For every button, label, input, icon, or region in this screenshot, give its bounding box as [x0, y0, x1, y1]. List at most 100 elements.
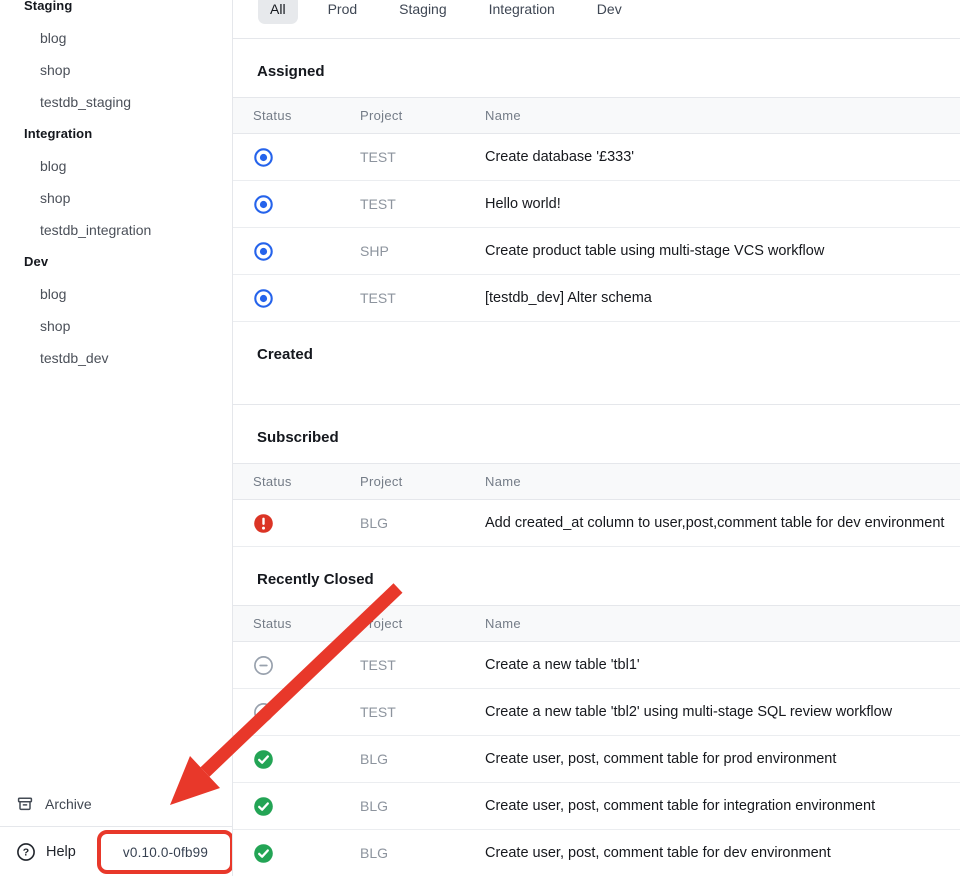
version-badge: v0.10.0-0fb99	[97, 830, 233, 874]
tab-dev[interactable]: Dev	[585, 0, 634, 24]
issue-row[interactable]: TEST Create database '£333'	[233, 134, 960, 181]
version-text: v0.10.0-0fb99	[123, 845, 208, 860]
column-header-project: Project	[360, 474, 485, 489]
check-circle-icon	[253, 843, 274, 864]
check-circle-icon	[253, 796, 274, 817]
env-header-dev: Dev	[0, 246, 232, 278]
issue-project-cell: TEST	[360, 657, 485, 673]
tab-integration[interactable]: Integration	[477, 0, 567, 24]
column-header-status: Status	[233, 474, 360, 489]
env-header-staging: Staging	[0, 0, 232, 22]
issue-row[interactable]: TEST Hello world!	[233, 181, 960, 228]
issue-table-header: StatusProjectName	[233, 463, 960, 500]
issue-name-cell: Add created_at column to user,post,comme…	[485, 515, 960, 531]
issue-name-cell: Create user, post, comment table for int…	[485, 798, 960, 814]
issue-status-cell	[233, 655, 360, 676]
help-button[interactable]: ? Help	[16, 842, 76, 862]
issue-row[interactable]: TEST Create a new table 'tbl2' using mul…	[233, 689, 960, 736]
issue-section: Subscribed StatusProjectName BLG Add cre…	[233, 405, 960, 547]
column-header-name: Name	[485, 616, 960, 631]
issue-project-cell: TEST	[360, 149, 485, 165]
issue-project-cell: TEST	[360, 290, 485, 306]
sidebar-item-db-shop[interactable]: shop	[0, 54, 232, 86]
env-header-integration: Integration	[0, 118, 232, 150]
issue-section: Created	[233, 322, 960, 405]
archive-box-icon	[16, 795, 34, 813]
minus-circle-icon	[253, 655, 274, 676]
issue-name-cell: Create a new table 'tbl2' using multi-st…	[485, 704, 960, 720]
status-open-icon	[253, 147, 274, 168]
minus-circle-icon	[253, 702, 274, 723]
section-title-recently-closed: Recently Closed	[233, 547, 960, 605]
status-open-icon	[253, 288, 274, 309]
help-circle-icon: ?	[16, 842, 36, 862]
issue-project-cell: TEST	[360, 196, 485, 212]
column-header-project: Project	[360, 616, 485, 631]
issue-table-body: TEST Create a new table 'tbl1' TEST Crea…	[233, 642, 960, 876]
issue-table-body	[233, 380, 960, 405]
sidebar-item-db-blog[interactable]: blog	[0, 22, 232, 54]
app-root: Stagingblogshoptestdb_stagingIntegration…	[0, 0, 960, 876]
exclamation-circle-icon	[253, 513, 274, 534]
issue-status-cell	[233, 796, 360, 817]
issue-name-cell: [testdb_dev] Alter schema	[485, 290, 960, 306]
column-header-name: Name	[485, 474, 960, 489]
sidebar-item-db-testdb-staging[interactable]: testdb_staging	[0, 86, 232, 118]
sidebar-item-db-blog[interactable]: blog	[0, 278, 232, 310]
issue-status-cell	[233, 288, 360, 309]
issue-row[interactable]: BLG Create user, post, comment table for…	[233, 783, 960, 830]
issue-project-cell: BLG	[360, 845, 485, 861]
sidebar-item-db-testdb-integration[interactable]: testdb_integration	[0, 214, 232, 246]
status-open-icon	[253, 194, 274, 215]
sidebar-item-db-shop[interactable]: shop	[0, 182, 232, 214]
help-row: ? Help v0.10.0-0fb99	[0, 826, 232, 876]
issue-section: Recently Closed StatusProjectName TEST C…	[233, 547, 960, 876]
svg-text:?: ?	[23, 846, 29, 858]
issue-status-cell	[233, 194, 360, 215]
issue-name-cell: Create user, post, comment table for dev…	[485, 845, 960, 861]
issue-row[interactable]: SHP Create product table using multi-sta…	[233, 228, 960, 275]
issue-project-cell: BLG	[360, 751, 485, 767]
column-header-status: Status	[233, 108, 360, 123]
issue-sections: Assigned StatusProjectName TEST Create d…	[233, 39, 960, 876]
issue-project-cell: SHP	[360, 243, 485, 259]
tab-all[interactable]: All	[258, 0, 298, 24]
issue-row[interactable]: BLG Add created_at column to user,post,c…	[233, 500, 960, 547]
issue-table-header: StatusProjectName	[233, 97, 960, 134]
database-tree: Stagingblogshoptestdb_stagingIntegration…	[0, 0, 232, 374]
column-header-project: Project	[360, 108, 485, 123]
issue-table-header: StatusProjectName	[233, 605, 960, 642]
issue-table-body: BLG Add created_at column to user,post,c…	[233, 500, 960, 547]
column-header-name: Name	[485, 108, 960, 123]
section-title-subscribed: Subscribed	[233, 405, 960, 463]
env-tabs: All Prod Staging Integration Dev	[233, 0, 960, 39]
issue-row[interactable]: BLG Create user, post, comment table for…	[233, 830, 960, 876]
issue-table-body: TEST Create database '£333' TEST Hello w…	[233, 134, 960, 322]
issue-name-cell: Create product table using multi-stage V…	[485, 243, 960, 259]
issue-row[interactable]: TEST [testdb_dev] Alter schema	[233, 275, 960, 322]
sidebar-item-db-blog[interactable]: blog	[0, 150, 232, 182]
issue-status-cell	[233, 843, 360, 864]
help-label: Help	[46, 844, 76, 860]
archive-button[interactable]: Archive	[0, 782, 232, 826]
empty-issue-list	[233, 380, 960, 405]
section-title-created: Created	[233, 322, 960, 380]
tab-prod[interactable]: Prod	[316, 0, 370, 24]
status-open-icon	[253, 241, 274, 262]
issue-status-cell	[233, 513, 360, 534]
sidebar-item-db-shop[interactable]: shop	[0, 310, 232, 342]
issue-project-cell: BLG	[360, 515, 485, 531]
issue-row[interactable]: TEST Create a new table 'tbl1'	[233, 642, 960, 689]
issue-name-cell: Hello world!	[485, 196, 960, 212]
sidebar-item-db-testdb-dev[interactable]: testdb_dev	[0, 342, 232, 374]
tab-staging[interactable]: Staging	[387, 0, 458, 24]
issue-section: Assigned StatusProjectName TEST Create d…	[233, 39, 960, 322]
check-circle-icon	[253, 749, 274, 770]
issue-name-cell: Create database '£333'	[485, 149, 960, 165]
archive-label: Archive	[45, 796, 92, 812]
section-title-assigned: Assigned	[233, 39, 960, 97]
issue-project-cell: TEST	[360, 704, 485, 720]
issue-row[interactable]: BLG Create user, post, comment table for…	[233, 736, 960, 783]
main-content: All Prod Staging Integration Dev Assigned St…	[233, 0, 960, 876]
issue-status-cell	[233, 147, 360, 168]
